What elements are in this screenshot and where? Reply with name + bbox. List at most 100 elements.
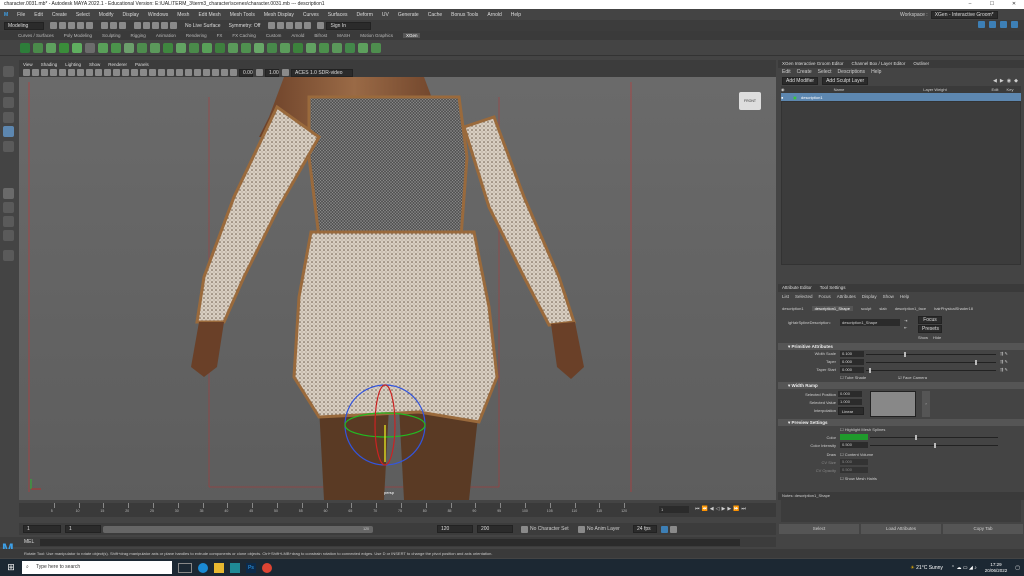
textured-icon[interactable]: [149, 69, 156, 76]
anim-prefs-icon[interactable]: [670, 525, 677, 533]
play-forwards-icon[interactable]: ▶: [721, 506, 725, 512]
map-icon[interactable]: ⇶ ✎: [1000, 351, 1008, 356]
xgen-menu-descriptions[interactable]: Descriptions: [838, 69, 866, 75]
modeling-toolkit-icon[interactable]: [978, 21, 985, 28]
auto-key-icon[interactable]: [661, 525, 668, 533]
render-icon[interactable]: [268, 22, 276, 29]
hide-button[interactable]: Hide: [933, 335, 941, 340]
rotate-tool-icon[interactable]: [3, 126, 14, 137]
xray-joints-icon[interactable]: [221, 69, 228, 76]
menu-bonus-tools[interactable]: Bonus Tools: [451, 12, 478, 18]
preview-icon[interactable]: [306, 42, 316, 53]
preview-settings-section[interactable]: ▾ Preview Settings: [778, 419, 1024, 426]
smooth-icon[interactable]: [163, 42, 173, 53]
load-attributes-button[interactable]: Load Attributes: [861, 524, 941, 534]
safe-title-icon[interactable]: [113, 69, 120, 76]
selected-position-field[interactable]: 0.000: [838, 391, 862, 397]
color-slider[interactable]: [870, 435, 998, 440]
resolution-gate-icon[interactable]: [77, 69, 84, 76]
ipr-render-icon[interactable]: [277, 22, 285, 29]
show-mesh-hairls-checkbox[interactable]: ☐ Show Mesh Hairls: [840, 476, 877, 481]
menu-edit[interactable]: Edit: [34, 12, 43, 18]
color-management-icon[interactable]: [282, 69, 289, 76]
fps-dropdown[interactable]: 24 fps: [633, 525, 657, 533]
face-camera-checkbox[interactable]: ☑ Face Camera: [898, 375, 927, 380]
notifications-icon[interactable]: ▢: [1015, 565, 1020, 571]
noise-icon[interactable]: [176, 42, 186, 53]
shelf-tab-mash[interactable]: MASH: [337, 33, 350, 38]
start-time-field[interactable]: 1: [23, 525, 61, 533]
arrow-left-icon[interactable]: ⇤: [904, 325, 907, 330]
add-modifier-button[interactable]: Add Modifier: [782, 77, 819, 85]
xgen-arrow-left-icon[interactable]: ◀: [993, 78, 997, 84]
symmetry-label[interactable]: Symmetry: Off: [229, 23, 261, 29]
shelf-tab-poly-modeling[interactable]: Poly Modeling: [64, 33, 92, 38]
shelf-tab-custom[interactable]: Custom: [266, 33, 282, 38]
undo-icon[interactable]: [77, 22, 84, 29]
attr-menu-focus[interactable]: Focus: [819, 294, 831, 299]
film-gate-icon[interactable]: [68, 69, 75, 76]
camera-attributes-icon[interactable]: [32, 69, 39, 76]
xgen-tab-1[interactable]: Channel Box / Layer Editor: [852, 60, 906, 68]
viewport-menu-shading[interactable]: Shading: [41, 62, 58, 67]
gate-mask-icon[interactable]: [86, 69, 93, 76]
select-by-hierarchy-icon[interactable]: [101, 22, 108, 29]
gamma-field[interactable]: 1.00: [265, 68, 279, 77]
live-surface-label[interactable]: No Live Surface: [185, 23, 221, 29]
menu-arnold[interactable]: Arnold: [487, 12, 501, 18]
perspective-viewport[interactable]: FRONT persp: [19, 77, 776, 500]
presets-button[interactable]: Presets: [918, 325, 942, 333]
time-slider[interactable]: 5 10 15 20 25 30 35 40 45 50 55 60 65 70 75 80 85 90 95 100…: [19, 503, 776, 517]
menu-create[interactable]: Create: [52, 12, 67, 18]
attribute-value-field[interactable]: 0.000: [840, 359, 864, 365]
shelf-tab-rendering[interactable]: Rendering: [186, 33, 207, 38]
render-settings-icon[interactable]: [286, 22, 294, 29]
system-tray-icons[interactable]: ⌃ ☁ ▭ ◢ ♪: [951, 565, 977, 571]
map-icon[interactable]: ⇶ ✎: [1000, 367, 1008, 372]
menu-help[interactable]: Help: [511, 12, 521, 18]
ramp-expand-button[interactable]: ›: [922, 391, 930, 417]
attr-menu-selected[interactable]: Selected: [795, 294, 813, 299]
menu-uv[interactable]: UV: [382, 12, 389, 18]
table-row[interactable]: ● ▣ description1: [781, 93, 1021, 101]
workspace-selector[interactable]: Workspace : XGen - Interactive Groom*: [900, 9, 998, 20]
show-button[interactable]: Show: [918, 335, 928, 340]
xgen-arrow-right-icon[interactable]: ▶: [1000, 78, 1004, 84]
color-space-dropdown[interactable]: ACES 1.0 SDR-video (sRGB): [291, 68, 353, 83]
field-chart-icon[interactable]: [95, 69, 102, 76]
menu-edit-mesh[interactable]: Edit Mesh: [198, 12, 220, 18]
xgen-key-icon[interactable]: ◆: [1014, 78, 1018, 84]
mode-dropdown[interactable]: Modeling: [4, 21, 44, 30]
notes-field[interactable]: [781, 500, 1021, 522]
depth-of-field-icon[interactable]: [194, 69, 201, 76]
four-view-layout-icon[interactable]: [3, 202, 14, 213]
menu-mesh-tools[interactable]: Mesh Tools: [230, 12, 255, 18]
close-button[interactable]: ✕: [1004, 0, 1024, 9]
slider-knob[interactable]: [868, 368, 871, 373]
shelf-tab-sculpting[interactable]: Sculpting: [102, 33, 121, 38]
playback-start-field[interactable]: 1: [65, 525, 101, 533]
redo-icon[interactable]: [86, 22, 93, 29]
convert-icon[interactable]: [319, 42, 329, 53]
grid-icon[interactable]: [59, 69, 66, 76]
xgen-tree-area[interactable]: [781, 101, 1021, 265]
attr-menu-help[interactable]: Help: [900, 294, 909, 299]
attr-menu-attributes[interactable]: Attributes: [837, 294, 856, 299]
persp-graph-layout-icon[interactable]: [3, 230, 14, 241]
focus-button[interactable]: Focus: [918, 316, 942, 324]
node-tab[interactable]: slab: [879, 306, 886, 311]
menu-windows[interactable]: Windows: [148, 12, 168, 18]
create-description-icon[interactable]: [33, 42, 43, 53]
new-scene-icon[interactable]: [50, 22, 57, 29]
twist-icon[interactable]: [228, 42, 238, 53]
move-tool-icon[interactable]: [3, 112, 14, 123]
node-tab[interactable]: sculpt: [861, 306, 871, 311]
node-tab[interactable]: hairPhysicalShader18: [934, 306, 973, 311]
width-ramp-graph[interactable]: [870, 391, 916, 417]
character-set-dropdown[interactable]: No Character Set: [530, 526, 578, 532]
modifier-icon[interactable]: [332, 42, 342, 53]
shelf-tab-bifrost[interactable]: Bifrost: [314, 33, 327, 38]
content-volume-checkbox[interactable]: ☐ Content Volume: [840, 452, 873, 457]
paint-select-tool-icon[interactable]: [3, 97, 14, 108]
attr-menu-show[interactable]: Show: [883, 294, 894, 299]
